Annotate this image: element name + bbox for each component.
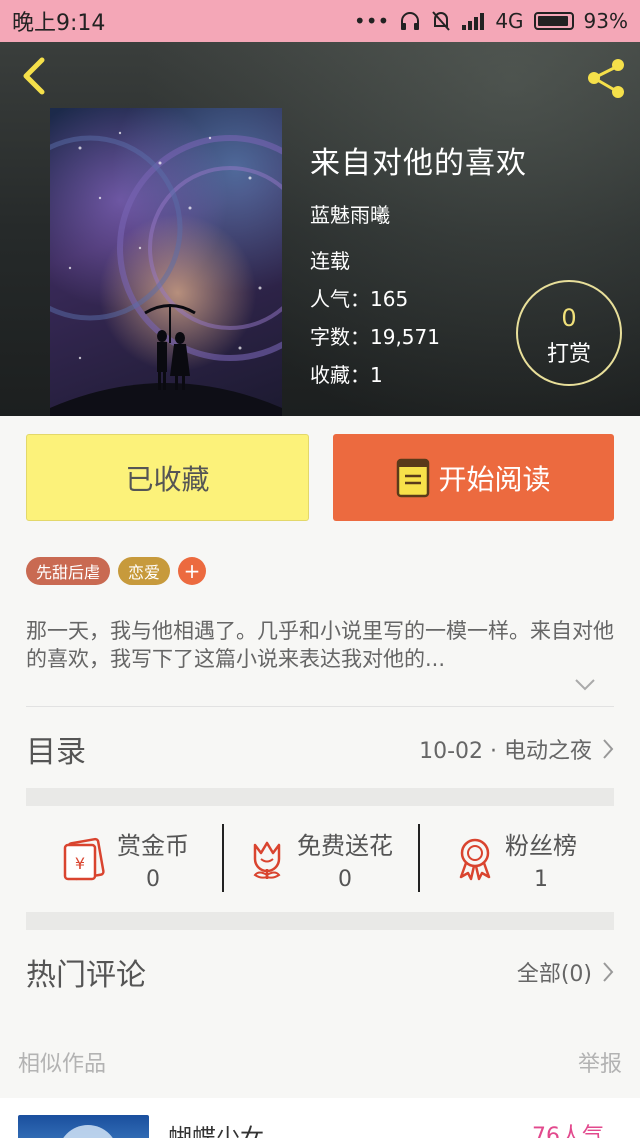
- chevron-right-icon: [603, 739, 614, 759]
- network-type: 4G: [495, 9, 524, 33]
- report-link[interactable]: 举报: [578, 1046, 622, 1078]
- mute-bell-icon: [432, 11, 451, 31]
- svg-text:¥: ¥: [75, 854, 85, 873]
- back-icon[interactable]: [14, 54, 54, 98]
- tip-label: 打赏: [546, 342, 591, 367]
- similar-works-header: 相似作品 举报: [0, 1030, 640, 1094]
- book-author[interactable]: 蓝魅雨曦: [310, 199, 390, 228]
- book-favorites: 收藏：1: [310, 363, 383, 387]
- stat-value: 0: [338, 867, 352, 892]
- tag-item[interactable]: 先甜后虐: [26, 557, 111, 585]
- hot-comments-row[interactable]: 热门评论 全部(0): [26, 932, 614, 1012]
- collected-button[interactable]: 已收藏: [26, 434, 309, 521]
- book-icon: [397, 458, 430, 497]
- start-reading-label: 开始阅读: [438, 462, 551, 496]
- chevron-down-icon[interactable]: [574, 678, 596, 692]
- award-ribbon-icon: [459, 838, 491, 881]
- book-title: 来自对他的喜欢: [310, 146, 527, 181]
- toc-title: 目录: [26, 735, 86, 770]
- book-synopsis[interactable]: 那一天，我与他相遇了。几乎和小说里写的一模一样。来自对他的喜欢，我写下了这篇小说…: [26, 617, 616, 673]
- chevron-right-icon: [603, 962, 614, 982]
- section-separator: [26, 788, 614, 806]
- stat-flowers[interactable]: 免费送花 0: [222, 806, 418, 912]
- comments-title: 热门评论: [26, 958, 146, 993]
- tag-item[interactable]: 恋爱: [118, 557, 171, 585]
- stat-value: 1: [534, 867, 548, 892]
- similar-work-popularity: 76人气: [532, 1124, 604, 1138]
- similar-work-item[interactable]: 蝴蝶少女 76人气: [0, 1098, 640, 1138]
- headphones-icon: [401, 12, 420, 30]
- tip-count: 0: [561, 304, 577, 332]
- book-cover-image: [50, 108, 282, 416]
- stat-label: 粉丝榜: [505, 832, 577, 860]
- share-icon[interactable]: [582, 54, 630, 102]
- book-status: 连载: [310, 249, 350, 273]
- tag-list: 先甜后虐 恋爱 +: [26, 557, 207, 585]
- section-separator: [26, 912, 614, 930]
- red-envelope-icon: ¥: [63, 837, 105, 881]
- signal-icon: [462, 13, 485, 30]
- stat-label: 赏金币: [117, 832, 189, 860]
- status-indicators: ••• 4G 93%: [354, 9, 628, 33]
- status-time: 晚上9:14: [12, 11, 106, 36]
- stat-fans[interactable]: 粉丝榜 1: [418, 806, 614, 912]
- add-tag-button[interactable]: +: [178, 557, 207, 585]
- divider: [26, 706, 614, 707]
- book-popularity: 人气：165: [310, 287, 409, 311]
- all-comments-link[interactable]: 全部(0): [517, 956, 614, 988]
- all-comments-label: 全部(0): [516, 962, 592, 987]
- flower-icon: [253, 841, 281, 879]
- stats-panel: ¥ 赏金币 0 免费送花 0 粉丝榜 1: [26, 806, 614, 912]
- stat-label: 免费送花: [297, 832, 393, 860]
- similar-works-label: 相似作品: [18, 1052, 107, 1077]
- more-dots-icon: •••: [353, 9, 390, 33]
- tip-button[interactable]: 0 打赏: [516, 280, 622, 386]
- stat-value: 0: [146, 867, 160, 892]
- toc-latest-chapter: 10-02 · 电动之夜: [419, 733, 614, 765]
- status-bar: 晚上9:14 ••• 4G 93%: [0, 0, 640, 42]
- start-reading-button[interactable]: 开始阅读: [333, 434, 614, 521]
- battery-icon: [533, 12, 574, 30]
- book-word-count: 字数：19,571: [310, 325, 440, 349]
- latest-chapter-label: 10-02 · 电动之夜: [419, 739, 592, 764]
- book-header: 来自对他的喜欢 蓝魅雨曦 连载 人气：165 字数：19,571 收藏：1 0 …: [0, 42, 640, 416]
- similar-work-title: 蝴蝶少女: [168, 1124, 264, 1138]
- collected-label: 已收藏: [125, 462, 210, 496]
- stat-coins[interactable]: ¥ 赏金币 0: [26, 806, 222, 912]
- similar-work-cover: [18, 1115, 149, 1138]
- battery-percent: 93%: [583, 9, 628, 33]
- table-of-contents-row[interactable]: 目录 10-02 · 电动之夜: [26, 710, 614, 788]
